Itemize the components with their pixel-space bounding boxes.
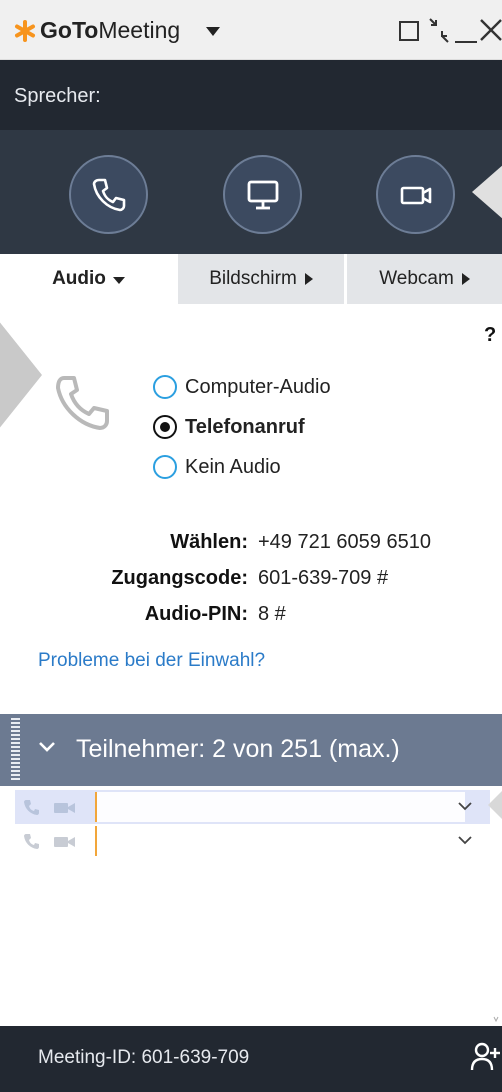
caret-right-icon [461,273,470,285]
participant-name [95,792,465,822]
participant-row[interactable] [15,824,490,858]
app-menu-caret-icon[interactable] [206,27,220,36]
radio-phone-call[interactable]: Telefonanruf [153,415,305,439]
participant-name [95,826,465,856]
chevron-down-icon[interactable] [37,740,57,754]
radio-button[interactable] [153,415,177,439]
participants-title: Teilnehmer: 2 von 251 (max.) [76,735,400,763]
drag-handle[interactable] [11,718,20,782]
radio-computer-audio[interactable]: Computer-Audio [153,375,331,399]
monitor-icon [247,180,278,209]
help-button[interactable]: ? [484,324,496,347]
collapse-icon[interactable] [428,18,454,44]
participant-row[interactable] [15,790,490,824]
speaker-label: Sprecher: [14,85,101,107]
audio-pin-row: Audio-PIN: 8 # [144,603,286,625]
gotomeeting-logo-icon [15,20,35,42]
add-user-icon[interactable] [470,1040,500,1074]
screen-share-button[interactable] [223,155,302,234]
radio-button[interactable] [153,455,177,479]
meeting-id: Meeting-ID: 601-639-709 [38,1047,250,1068]
chevron-down-icon[interactable] [457,834,473,846]
side-pointer-icon [0,322,42,428]
radio-button[interactable] [153,375,177,399]
webcam-icon [54,837,75,847]
maximize-icon[interactable] [399,21,419,41]
phone-icon [56,376,109,430]
scroll-down-icon[interactable] [493,1014,499,1024]
tab-webcam[interactable]: Webcam [345,254,502,304]
side-pointer-icon [488,791,502,819]
side-pointer-icon [472,165,502,219]
chevron-down-icon[interactable] [457,800,473,812]
access-code-row: Zugangscode: 601-639-709 # [111,567,389,589]
tab-audio[interactable]: Audio [0,254,177,304]
webcam-icon [54,803,75,813]
webcam-button[interactable] [376,155,455,234]
phone-icon [92,178,125,211]
app-title[interactable]: GoToMeeting [40,17,180,44]
dial-in-help-link[interactable]: Probleme bei der Einwahl? [38,650,265,672]
audio-phone-button[interactable] [69,155,148,234]
minimize-icon[interactable] [455,41,477,43]
dial-number-row: Wählen: +49 721 6059 6510 [170,531,431,553]
phone-icon [24,834,39,849]
caret-right-icon [304,273,313,285]
close-icon[interactable] [478,16,502,44]
caret-down-icon [112,276,125,284]
radio-no-audio[interactable]: Kein Audio [153,455,281,479]
phone-icon [24,800,39,815]
webcam-icon [400,186,431,204]
tab-screen[interactable]: Bildschirm [177,254,344,304]
